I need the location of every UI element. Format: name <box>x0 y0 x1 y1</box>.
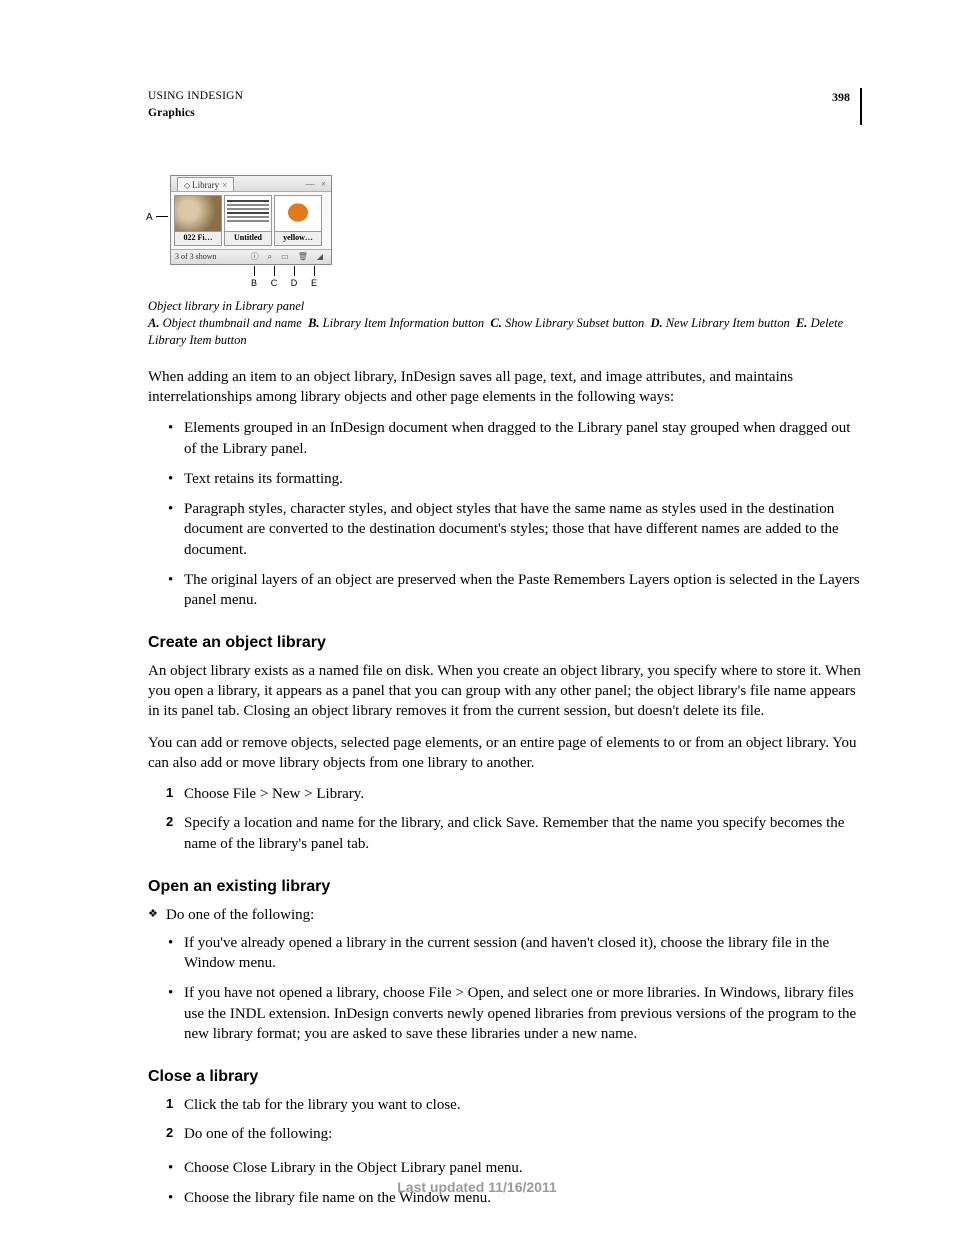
list-item: Text retains its formatting. <box>166 469 862 489</box>
thumbnail-label: 022 Fi… <box>175 232 221 245</box>
callout-lines: B C D E <box>170 266 332 288</box>
library-item: 022 Fi… <box>174 195 222 246</box>
header-chapter: USING INDESIGN <box>148 88 243 105</box>
intro-paragraph: When adding an item to an object library… <box>148 367 862 408</box>
figure-library-panel: A ◇Library× — × 022 Fi… <box>170 175 862 288</box>
create-paragraph-1: An object library exists as a named file… <box>148 661 862 722</box>
list-item: Paragraph styles, character styles, and … <box>166 499 862 560</box>
new-item-icon: ▭ <box>281 252 289 263</box>
library-item: Untitled <box>224 195 272 246</box>
create-steps: Choose File > New > Library. Specify a l… <box>148 784 862 854</box>
heading-open: Open an existing library <box>148 876 862 898</box>
thumbnail-label: Untitled <box>225 232 271 245</box>
info-icon: ⓘ <box>251 252 259 263</box>
footer-updated: Last updated 11/16/2011 <box>0 1178 954 1197</box>
list-item: Click the tab for the library you want t… <box>166 1095 862 1115</box>
library-panel: ◇Library× — × 022 Fi… <box>170 175 332 265</box>
page-header: USING INDESIGN Graphics 398 <box>148 88 862 125</box>
subset-icon: ⌕ <box>268 252 272 263</box>
status-text: 3 of 3 shown <box>175 252 217 263</box>
thumbnail-image <box>225 196 271 232</box>
create-paragraph-2: You can add or remove objects, selected … <box>148 733 862 774</box>
heading-close: Close a library <box>148 1066 862 1088</box>
delete-icon: 🗑 <box>298 252 308 263</box>
list-item: Choose Close Library in the Object Libra… <box>166 1158 862 1178</box>
library-tab: ◇Library× <box>177 177 234 191</box>
list-item: Specify a location and name for the libr… <box>166 813 862 854</box>
list-item: The original layers of an object are pre… <box>166 570 862 611</box>
open-bullets: If you've already opened a library in th… <box>148 933 862 1044</box>
intro-bullets: Elements grouped in an InDesign document… <box>148 418 862 610</box>
page-number: 398 <box>832 88 862 125</box>
figure-caption: Object library in Library panel A. Objec… <box>148 298 862 349</box>
panel-controls: — × <box>306 176 328 192</box>
heading-create: Create an object library <box>148 632 862 654</box>
open-lead: Do one of the following: <box>148 905 862 925</box>
callout-a: A <box>146 211 153 225</box>
thumbnail-image <box>175 196 221 232</box>
close-steps: Click the tab for the library you want t… <box>148 1095 862 1145</box>
close-icon: × <box>222 180 227 190</box>
list-item: If you've already opened a library in th… <box>166 933 862 974</box>
library-item: yellow… <box>274 195 322 246</box>
list-item: If you have not opened a library, choose… <box>166 983 862 1044</box>
list-item: Choose File > New > Library. <box>166 784 862 804</box>
thumbnail-image <box>275 196 321 232</box>
resize-icon: ◢ <box>317 252 323 263</box>
list-item: Elements grouped in an InDesign document… <box>166 418 862 459</box>
list-item: Do one of the following: <box>166 1124 862 1144</box>
dock-icon: ◇ <box>184 181 190 190</box>
header-section: Graphics <box>148 105 243 122</box>
thumbnail-label: yellow… <box>275 232 321 245</box>
